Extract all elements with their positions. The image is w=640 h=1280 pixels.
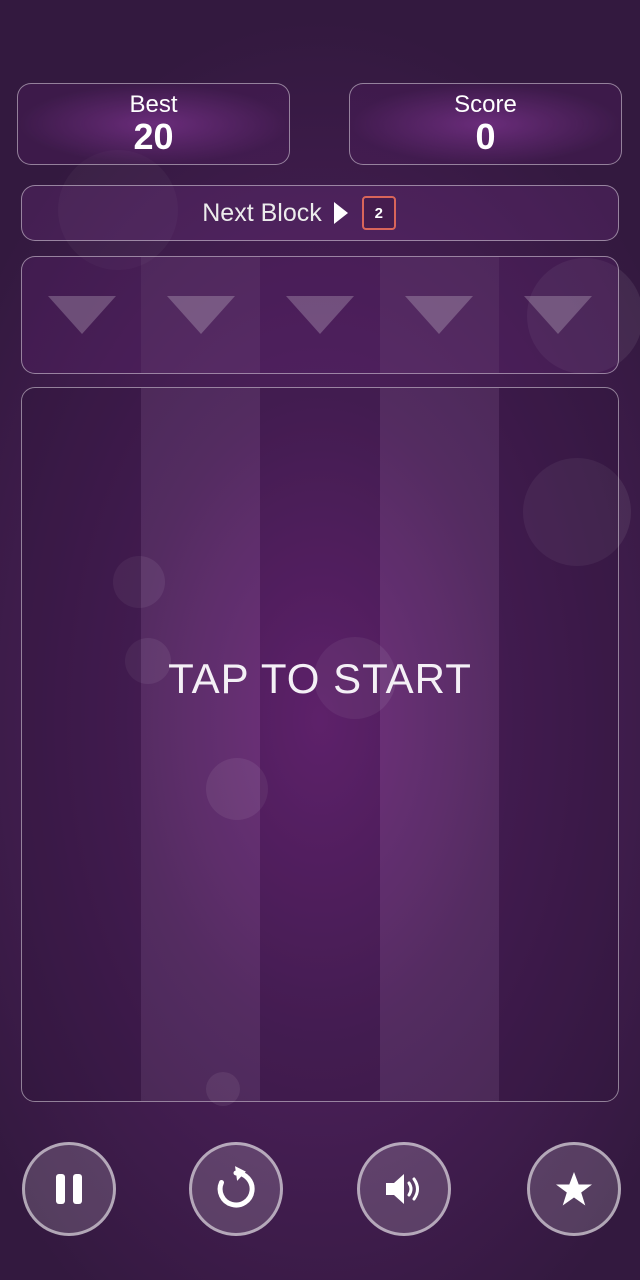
best-value: 20 [133,116,174,157]
rate-button[interactable] [527,1142,621,1236]
current-score-panel: Score 0 [349,83,622,165]
down-triangle-icon [286,296,354,334]
restart-button[interactable] [189,1142,283,1236]
pause-icon [56,1174,82,1204]
restart-icon [217,1166,255,1208]
drop-selector-row [21,256,619,374]
speaker-icon [386,1174,419,1204]
tap-to-start-message[interactable]: TAP TO START [0,655,640,703]
score-label: Score [454,91,517,118]
pause-button[interactable] [22,1142,116,1236]
board-column-4[interactable] [379,388,499,1101]
board-column-1[interactable] [22,388,142,1101]
drop-column-3[interactable] [260,257,379,373]
next-block-tile: 2 [361,196,396,230]
score-value: 0 [475,116,496,157]
down-triangle-icon [405,296,474,334]
next-block-bar: Next Block 2 [21,185,619,241]
drop-column-1[interactable] [22,257,141,373]
play-arrow-icon [333,202,348,224]
board-column-5[interactable] [498,388,618,1101]
best-label: Best [129,91,178,118]
board-column-2[interactable] [141,388,261,1101]
drop-column-2[interactable] [141,257,261,373]
next-block-label: Next Block [202,198,322,227]
sound-button[interactable] [357,1142,451,1236]
down-triangle-icon [524,296,593,334]
drop-column-5[interactable] [499,257,618,373]
star-icon [556,1172,592,1206]
down-triangle-icon [166,296,235,334]
down-triangle-icon [47,296,116,334]
best-score-panel: Best 20 [17,83,290,165]
drop-column-4[interactable] [379,257,499,373]
board-column-3[interactable] [260,388,380,1101]
game-board[interactable] [21,387,619,1102]
